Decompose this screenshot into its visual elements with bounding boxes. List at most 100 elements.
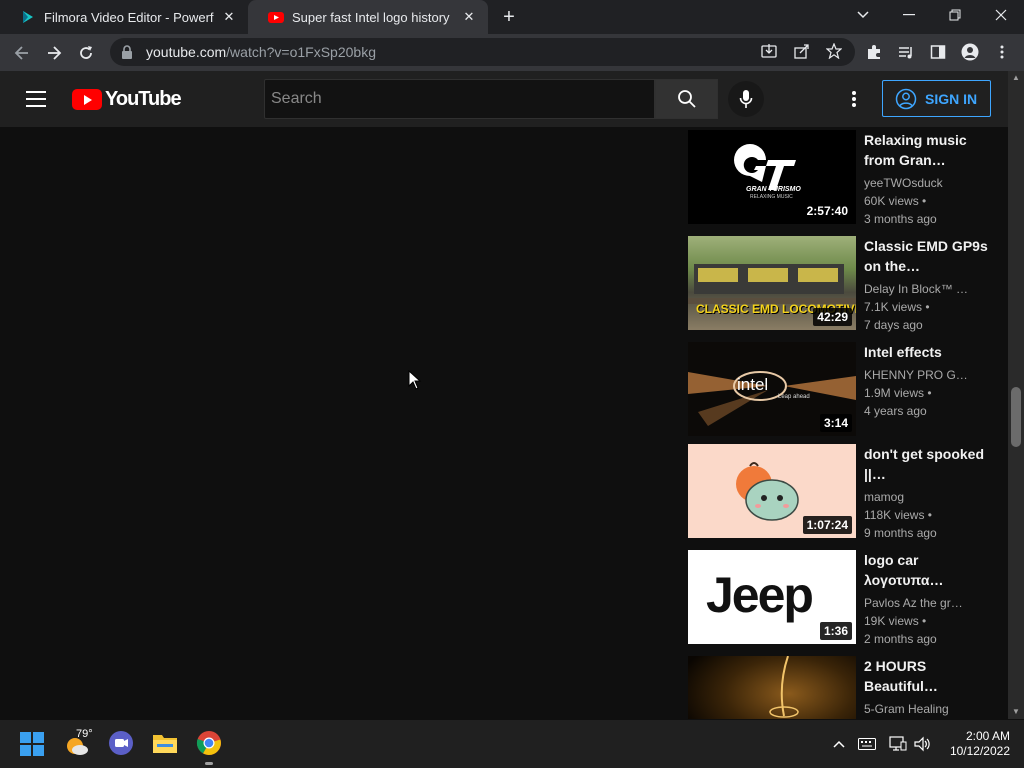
chrome-menu-icon[interactable] — [990, 40, 1014, 64]
duration-badge: 42:29 — [813, 308, 852, 326]
install-app-icon[interactable] — [758, 40, 780, 62]
filmora-icon — [23, 11, 33, 23]
thumbnail-caption: GRAN TURISMO — [746, 186, 801, 193]
duration-badge: 2:57:40 — [802, 202, 852, 220]
volume-icon[interactable] — [913, 734, 933, 754]
upload-age: 4 years ago — [864, 404, 927, 418]
view-count: 1.9M views • — [864, 386, 932, 400]
video-title[interactable]: Relaxing music from Gran… — [864, 130, 994, 170]
windows-taskbar: 79° 2:00 AM 10/12/2022 — [0, 720, 1024, 768]
search-icon — [677, 90, 696, 108]
video-thumbnail[interactable]: 1:07:24 — [688, 444, 856, 538]
youtube-logo[interactable]: YouTube — [72, 88, 182, 110]
video-thumbnail[interactable]: Jeep 1:36 — [688, 550, 856, 644]
page-scrollbar[interactable]: ▲ ▼ — [1008, 71, 1024, 719]
recommendation-item[interactable]: Jeep 1:36 logo car λογοτυπα… Pavlos Az t… — [688, 550, 998, 646]
video-thumbnail[interactable]: intel Leap ahead 3:14 — [688, 342, 856, 436]
windows-start-icon[interactable] — [20, 732, 44, 756]
clock-time: 2:00 AM — [965, 729, 1010, 743]
chrome-icon[interactable] — [196, 730, 222, 756]
youtube-play-icon — [72, 88, 102, 110]
browser-tab-youtube[interactable]: Super fast Intel logo history 1981 ✕ — [248, 0, 488, 34]
search-button[interactable] — [655, 79, 718, 119]
scroll-up-arrow-icon[interactable]: ▲ — [1008, 71, 1024, 85]
recommendation-item[interactable]: 1:07:24 don't get spooked ||… mamog 118K… — [688, 444, 998, 540]
voice-search-button[interactable] — [728, 81, 764, 117]
video-title[interactable]: logo car λογοτυπα… — [864, 550, 994, 590]
sign-in-button[interactable]: SIGN IN — [882, 80, 991, 117]
view-count: 19K views • — [864, 614, 927, 628]
scroll-down-arrow-icon[interactable]: ▼ — [1008, 705, 1024, 719]
recommendation-item[interactable]: CLASSIC EMD LOCOMOTIVES 42:29 Classic EM… — [688, 236, 998, 332]
microphone-icon — [739, 90, 753, 108]
video-thumbnail[interactable]: CLASSIC EMD LOCOMOTIVES 42:29 — [688, 236, 856, 330]
profile-icon[interactable] — [958, 40, 982, 64]
search-input[interactable]: Search — [264, 79, 655, 119]
reload-button[interactable] — [73, 40, 99, 66]
restore-button[interactable] — [932, 0, 978, 30]
running-app-indicator — [205, 762, 213, 765]
account-circle-icon — [895, 88, 917, 109]
clock-date: 10/12/2022 — [949, 744, 1010, 758]
file-explorer-icon[interactable] — [152, 730, 178, 756]
teams-chat-icon[interactable] — [108, 730, 134, 756]
video-title[interactable]: don't get spooked ||… — [864, 444, 994, 484]
video-title[interactable]: Intel effects — [864, 342, 994, 362]
view-count: 118K views • — [864, 508, 933, 522]
duration-badge: 3:14 — [819, 414, 852, 432]
share-icon[interactable] — [791, 40, 813, 62]
tab-title: Filmora Video Editor - Powerful Vi — [44, 9, 214, 25]
bookmark-star-icon[interactable] — [823, 40, 845, 62]
scrollbar-thumb[interactable] — [1011, 387, 1021, 447]
recommendation-item[interactable]: intel Leap ahead 3:14 Intel effects KHEN… — [688, 342, 998, 438]
upload-age: 2 months ago — [864, 632, 937, 646]
video-thumbnail[interactable]: GRAN TURISMO RELAXING MUSIC 2:57:40 — [688, 130, 856, 224]
video-title[interactable]: Classic EMD GP9s on the… — [864, 236, 994, 276]
close-tab-icon[interactable]: ✕ — [220, 8, 238, 26]
settings-more-icon[interactable] — [842, 87, 866, 111]
duration-badge: 1:07:24 — [802, 516, 852, 534]
forward-button[interactable] — [41, 40, 67, 66]
browser-toolbar: youtube.com/watch?v=o1FxSp20bkg — [0, 34, 1024, 71]
hamburger-menu-icon[interactable] — [24, 89, 48, 109]
extensions-puzzle-icon[interactable] — [862, 40, 886, 64]
tab-search-icon[interactable] — [840, 0, 886, 30]
browser-tab-filmora[interactable]: Filmora Video Editor - Powerful Vi ✕ — [0, 0, 248, 34]
new-tab-button[interactable]: + — [498, 6, 520, 28]
tab-title: Super fast Intel logo history 1981 — [292, 9, 454, 25]
video-title[interactable]: 2 HOURS Beautiful… — [864, 656, 994, 696]
system-clock[interactable]: 2:00 AM 10/12/2022 — [940, 729, 1010, 759]
minimize-button[interactable] — [886, 0, 932, 30]
thumbnail-subcaption: Leap ahead — [778, 394, 810, 400]
channel-name[interactable]: Pavlos Az the gr… — [864, 594, 994, 612]
show-hidden-icons-chevron-icon[interactable] — [829, 734, 849, 754]
channel-name[interactable]: yeeTWOsduck — [864, 174, 994, 192]
recommendation-item[interactable]: GRAN TURISMO RELAXING MUSIC 2:57:40 Rela… — [688, 130, 998, 226]
youtube-favicon-icon — [268, 12, 284, 23]
channel-name[interactable]: mamog — [864, 488, 994, 506]
thumbnail-caption: intel — [737, 375, 769, 394]
url-path: /watch?v=o1FxSp20bkg — [226, 44, 376, 60]
network-icon[interactable] — [888, 734, 908, 754]
upload-age: 7 days ago — [864, 318, 923, 332]
lock-icon — [122, 45, 132, 59]
weather-temperature: 79° — [76, 728, 93, 740]
back-button[interactable] — [9, 40, 35, 66]
upload-age: 9 months ago — [864, 526, 937, 540]
recommendation-item[interactable]: 2 HOURS Beautiful… 5-Gram Healing — [688, 656, 998, 719]
mouse-cursor-icon — [408, 370, 422, 390]
duration-badge: 1:36 — [819, 622, 852, 640]
channel-name[interactable]: Delay In Block™ … — [864, 280, 994, 298]
address-bar[interactable]: youtube.com/watch?v=o1FxSp20bkg — [110, 38, 855, 66]
upload-age: 3 months ago — [864, 212, 937, 226]
close-window-button[interactable] — [978, 0, 1024, 30]
media-control-icon[interactable] — [894, 40, 918, 64]
thumbnail-subcaption: RELAXING MUSIC — [750, 194, 793, 200]
side-panel-icon[interactable] — [926, 40, 950, 64]
video-thumbnail[interactable] — [688, 656, 856, 719]
url-host: youtube.com — [146, 44, 227, 60]
channel-name[interactable]: KHENNY PRO G… — [864, 366, 994, 384]
keyboard-icon[interactable] — [857, 734, 877, 754]
channel-name[interactable]: 5-Gram Healing — [864, 700, 994, 718]
close-tab-icon[interactable]: ✕ — [460, 8, 478, 26]
